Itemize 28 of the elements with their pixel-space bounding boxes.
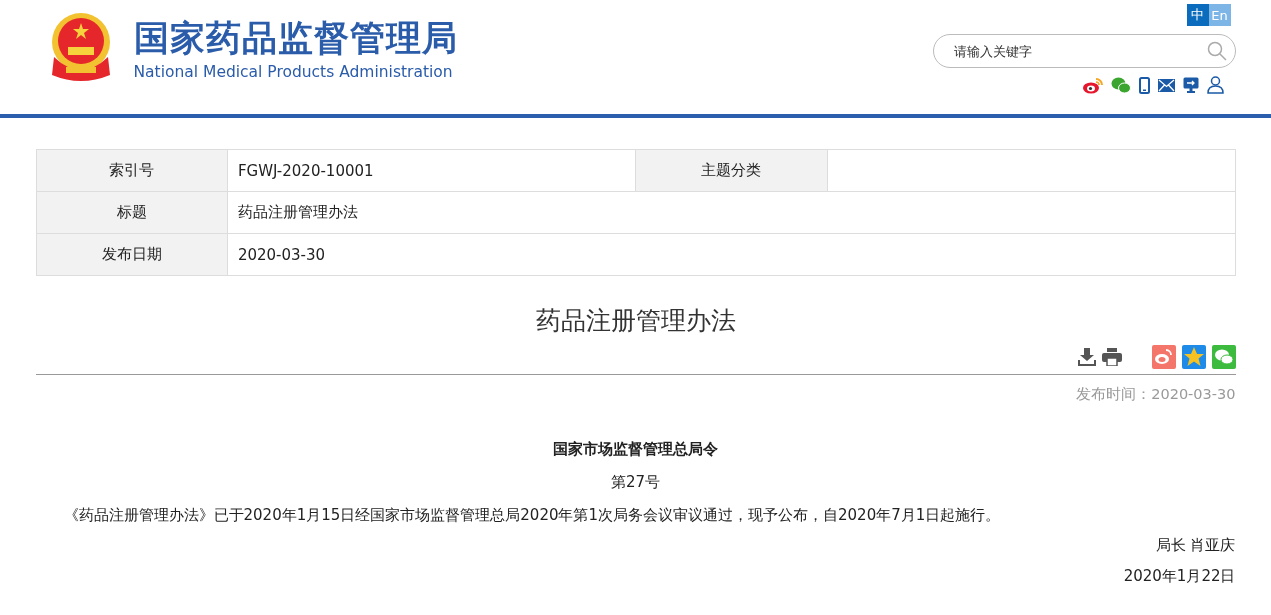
decree-number: 第27号 <box>609 473 662 492</box>
decree-heading: 国家市场监督管理总局令 <box>552 440 719 459</box>
language-tab[interactable]: 中 <box>1186 4 1209 26</box>
field-value: FGWJ-2020-10001 <box>227 149 636 192</box>
search-field[interactable]: 请输入关键字 <box>932 34 1236 68</box>
field-value: 药品注册管理办法 <box>227 191 1235 234</box>
decree-paragraph: 《药品注册管理办法》已于2020年1月15日经国家市场监督管理总局2020年第1次局务会议审议通过，现予公布，自2020年7月1日起施行。 <box>62 505 1002 525</box>
publish-time: 发布时间：2020-03-30 <box>1075 385 1236 404</box>
article-title: 药品注册管理办法 <box>534 305 737 337</box>
site-title: 国家药品监督管理局 <box>133 18 458 58</box>
star-icon[interactable] <box>1181 345 1206 369</box>
field-value: 2020-03-30 <box>227 233 1235 276</box>
site-subtitle: National Medical Products Administration <box>133 63 454 81</box>
field-label: 标题 <box>36 191 228 234</box>
signature: 局长 肖亚庆 <box>1154 536 1236 555</box>
phone-icon[interactable] <box>1138 76 1150 94</box>
monitor-icon[interactable] <box>1182 77 1199 93</box>
mail-icon[interactable] <box>1157 78 1175 92</box>
swirl-logo-icon[interactable] <box>1151 345 1176 369</box>
field-label: 发布日期 <box>36 233 228 276</box>
swirl-logo-icon[interactable] <box>1082 76 1103 94</box>
download-icon[interactable] <box>1077 348 1096 366</box>
print-icon[interactable] <box>1101 348 1122 366</box>
signing-date: 2020年1月22日 <box>1122 567 1236 586</box>
field-label: 索引号 <box>36 149 228 192</box>
field-label: 主题分类 <box>635 149 828 192</box>
user-icon[interactable] <box>1206 76 1224 94</box>
chat-bubbles-icon[interactable] <box>1110 76 1131 94</box>
